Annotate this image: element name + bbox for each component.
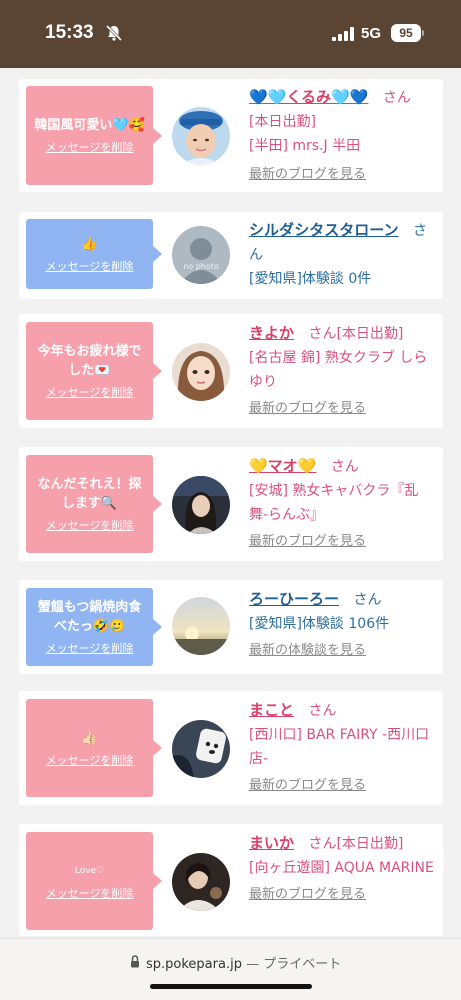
avatar[interactable] [172,107,230,165]
message-bubble: 韓国風可愛い🩵🥰 メッセージを削除 [26,86,162,185]
shop-line: [安城] 熟女キャバクラ『乱舞-らんぶ』 [249,483,419,523]
status-tag: [本日出勤] [336,836,404,852]
honorific: さん [308,703,337,719]
message-bubble: 蟹饂もつ鍋焼肉食べたっ🤣🥲 メッセージを削除 [26,588,162,666]
user-name-link[interactable]: ろーひーろー [249,590,339,608]
avatar[interactable] [172,597,230,655]
message-text: 👍🏻 [81,730,98,746]
honorific: さん [308,836,337,852]
message-bubble: なんだそれえ！探します🔍 メッセージを削除 [26,455,162,553]
user-info: 💛マオ💛 さん [安城] 熟女キャバクラ『乱舞-らんぶ』 最新のブログを見る [249,454,435,552]
message-text: 👍 [81,236,98,252]
url-display[interactable]: sp.pokepara.jp — プライベート [146,953,341,972]
delete-message-link[interactable]: メッセージを削除 [46,885,134,901]
message-bubble: Love♡ メッセージを削除 [26,832,162,930]
shop-line: [向ヶ丘遊園] AQUA MARINE [249,860,434,876]
delete-message-link[interactable]: メッセージを削除 [46,139,134,155]
name-line: 💙🩵くるみ🩵💙 さん [249,85,435,110]
latest-blog-link[interactable]: 最新のブログを見る [249,165,435,185]
name-line: シルダシタスタローン さん [249,218,435,267]
message-text: 蟹饂もつ鍋焼肉食べたっ🤣🥲 [37,600,142,634]
delete-message-link[interactable]: メッセージを削除 [46,384,134,400]
latest-blog-link[interactable]: 最新のブログを見る [249,885,435,905]
shop-line: [名古屋 錦] 熟女クラブ しらゆり [249,350,428,390]
avatar[interactable] [172,476,230,534]
message-text: 韓国風可愛い🩵🥰 [34,118,145,133]
shop-line: [半田] mrs.J 半田 [249,138,361,154]
message-bubble: 👍 メッセージを削除 [26,219,162,289]
lock-icon [131,955,139,968]
message-text: 今年もお疲れ様でした💌 [37,344,142,378]
url-domain: sp.pokepara.jp [146,957,242,972]
info-line: [愛知県]体験談 106件 [249,616,390,632]
message-card: 👍 メッセージを削除 no photo シルダシタスタローン さん [愛知県]体… [19,212,443,299]
info-line: [本日出勤] [249,114,316,130]
message-card: Love♡ メッセージを削除 まいか さん[本日出勤] [向ヶ丘遊園] AQUA… [19,824,443,936]
user-name-link[interactable]: 💛マオ💛 [249,457,316,475]
user-info: まいか さん[本日出勤] [向ヶ丘遊園] AQUA MARINE 最新のブログを… [249,831,435,905]
user-info: 💙🩵くるみ🩵💙 さん [本日出勤] [半田] mrs.J 半田 最新のブログを見… [249,85,435,185]
status-tag: [本日出勤] [336,326,404,342]
delete-message-link[interactable]: メッセージを削除 [46,517,134,533]
no-photo-label: no photo [183,262,219,271]
user-info: シルダシタスタローン さん [愛知県]体験談 0件 [249,218,435,291]
info-line: [愛知県]体験談 0件 [249,271,372,287]
message-card: 👍🏻 メッセージを削除 まこと さん [西川口] BAR FAIRY -西川口店… [19,691,443,805]
honorific: さん [308,326,337,342]
message-card: 蟹饂もつ鍋焼肉食べたっ🤣🥲 メッセージを削除 ろーひーろー さん [愛知県]体験… [19,580,443,674]
delete-message-link[interactable]: メッセージを削除 [46,640,134,656]
name-line: まこと さん [249,698,435,723]
name-line: ろーひーろー さん [249,587,435,612]
user-info: きよか さん[本日出勤] [名古屋 錦] 熟女クラブ しらゆり 最新のブログを見… [249,321,435,419]
user-name-link[interactable]: シルダシタスタローン [249,221,399,239]
message-text: Love♡ [74,865,105,876]
message-card: なんだそれえ！探します🔍 メッセージを削除 💛マオ💛 さん [安城] 熟女キャバ… [19,447,443,561]
user-name-link[interactable]: 💙🩵くるみ🩵💙 [249,88,368,106]
shop-line: [西川口] BAR FAIRY -西川口店- [249,727,430,767]
honorific: さん [382,90,411,106]
user-info: ろーひーろー さん [愛知県]体験談 106件 最新の体験談を見る [249,587,435,661]
message-text: なんだそれえ！探します🔍 [37,477,142,511]
honorific: さん [353,592,382,608]
delete-message-link[interactable]: メッセージを削除 [46,752,134,768]
name-line: きよか さん[本日出勤] [249,321,435,346]
name-line: 💛マオ💛 さん [249,454,435,479]
delete-message-link[interactable]: メッセージを削除 [46,258,134,274]
bell-slash-icon [105,24,123,42]
user-name-link[interactable]: まこと [249,701,294,719]
avatar[interactable] [172,343,230,401]
avatar[interactable]: no photo [172,226,230,284]
latest-blog-link[interactable]: 最新のブログを見る [249,532,435,552]
network-label: 5G [361,25,382,42]
user-info: まこと さん [西川口] BAR FAIRY -西川口店- 最新のブログを見る [249,698,435,796]
honorific: さん [330,459,359,475]
latest-review-link[interactable]: 最新の体験談を見る [249,641,435,661]
avatar[interactable] [172,853,230,911]
battery-icon: 95 [391,24,421,42]
latest-blog-link[interactable]: 最新のブログを見る [249,399,435,419]
user-name-link[interactable]: まいか [249,834,294,852]
battery-tip [422,30,424,36]
signal-icon [332,27,354,41]
latest-blog-link[interactable]: 最新のブログを見る [249,776,435,796]
status-time: 15:33 [45,22,94,43]
avatar[interactable] [172,720,230,778]
user-name-link[interactable]: きよか [249,324,294,342]
message-card: 今年もお疲れ様でした💌 メッセージを削除 きよか さん[本日出勤] [名古屋 錦… [19,314,443,428]
private-mode-label: — プライベート [246,957,342,972]
message-bubble: 👍🏻 メッセージを削除 [26,699,162,797]
message-bubble: 今年もお疲れ様でした💌 メッセージを削除 [26,322,162,420]
message-card: 韓国風可愛い🩵🥰 メッセージを削除 💙🩵くるみ🩵💙 さん [本日出勤] [半田]… [19,79,443,192]
home-indicator[interactable] [150,984,312,989]
name-line: まいか さん[本日出勤] [249,831,435,856]
status-bar: 15:33 5G 95 [0,0,461,68]
